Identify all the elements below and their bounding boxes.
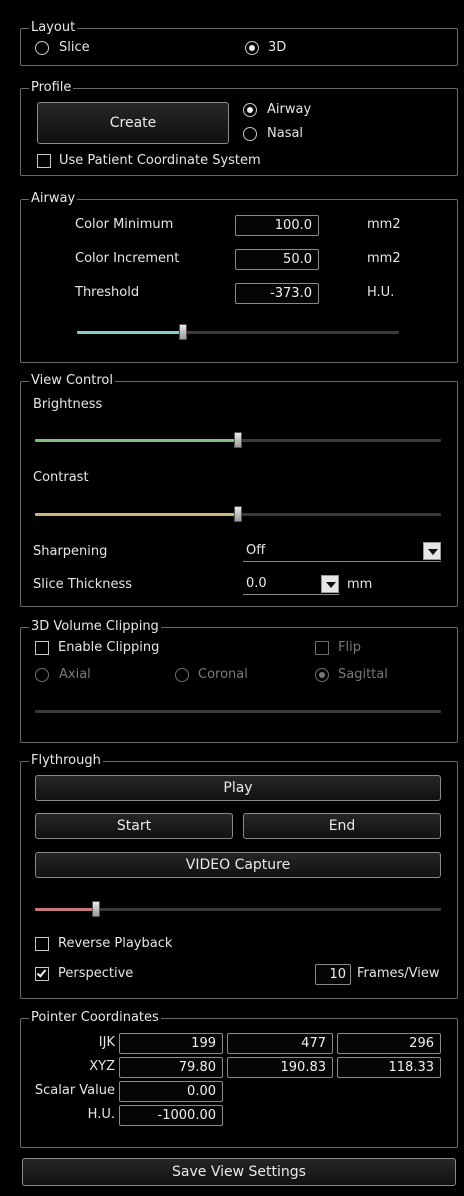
contrast-slider-fill (35, 513, 238, 516)
pointer-coordinates-group: Pointer Coordinates IJK 199 477 296 XYZ … (20, 1010, 458, 1148)
color-minimum-field[interactable]: 100.0 (235, 215, 319, 236)
frames-per-view-field[interactable]: 10 (315, 964, 351, 985)
scalar-value-label: Scalar Value (34, 1083, 115, 1098)
radio-slice[interactable] (35, 41, 49, 55)
radio-3d[interactable] (245, 41, 259, 55)
ijk-i-field: 199 (119, 1033, 223, 1054)
use-patient-coords-label[interactable]: Use Patient Coordinate System (59, 153, 261, 169)
flythrough-slider[interactable] (35, 901, 441, 917)
frames-per-view-label: Frames/View (357, 966, 440, 981)
radio-sagittal[interactable] (315, 668, 329, 682)
sharpening-label: Sharpening (33, 544, 108, 559)
xyz-z-field: 118.33 (337, 1057, 441, 1078)
scalar-value-field: 0.00 (119, 1081, 223, 1102)
slice-thickness-unit: mm (347, 577, 373, 592)
xyz-y-field: 190.83 (227, 1057, 333, 1078)
radio-slice-label[interactable]: Slice (59, 40, 90, 56)
sharpening-dropdown[interactable]: Off (243, 542, 441, 562)
threshold-label: Threshold (75, 285, 140, 300)
checkmark-icon (36, 967, 47, 978)
flip-checkbox[interactable] (315, 641, 329, 655)
color-increment-unit: mm2 (367, 251, 401, 266)
clipping-title: 3D Volume Clipping (29, 619, 161, 635)
xyz-label: XYZ (89, 1059, 115, 1074)
threshold-slider[interactable] (77, 324, 399, 340)
flip-label[interactable]: Flip (338, 640, 361, 656)
perspective-checkbox[interactable] (35, 967, 49, 981)
radio-nasal-label[interactable]: Nasal (267, 126, 303, 142)
radio-coronal-label[interactable]: Coronal (198, 667, 248, 683)
contrast-slider-handle[interactable] (234, 506, 242, 522)
radio-nasal[interactable] (243, 127, 257, 141)
airway-title: Airway (29, 191, 78, 207)
flythrough-slider-fill (35, 908, 96, 911)
enable-clipping-checkbox[interactable] (35, 641, 49, 655)
ijk-k-field: 296 (337, 1033, 441, 1054)
perspective-label[interactable]: Perspective (58, 966, 133, 982)
brightness-slider-handle[interactable] (234, 432, 242, 448)
radio-airway[interactable] (243, 103, 257, 117)
color-minimum-label: Color Minimum (75, 217, 174, 232)
profile-group: Profile Create Airway Nasal Use Patient … (20, 80, 458, 176)
pointer-coordinates-title: Pointer Coordinates (29, 1010, 161, 1026)
hu-label: H.U. (87, 1107, 115, 1122)
chevron-down-icon[interactable] (321, 575, 339, 593)
threshold-slider-handle[interactable] (179, 324, 188, 340)
brightness-slider[interactable] (35, 432, 441, 448)
create-button[interactable]: Create (37, 102, 229, 144)
layout-group: Layout Slice 3D (20, 20, 458, 66)
radio-axial[interactable] (35, 668, 49, 682)
view-control-group: View Control Brightness Contrast Sharpen… (20, 373, 458, 607)
radio-coronal[interactable] (175, 668, 189, 682)
threshold-unit: H.U. (367, 285, 395, 300)
radio-3d-label[interactable]: 3D (268, 40, 286, 56)
view-control-title: View Control (29, 373, 115, 389)
reverse-playback-checkbox[interactable] (35, 937, 49, 951)
threshold-field[interactable]: -373.0 (235, 283, 319, 304)
radio-axial-label[interactable]: Axial (59, 667, 91, 683)
airway-group: Airway Color Minimum 100.0 mm2 Color Inc… (20, 191, 458, 363)
sharpening-value: Off (246, 543, 266, 558)
play-button[interactable]: Play (35, 775, 441, 801)
color-increment-label: Color Increment (75, 251, 180, 266)
brightness-label: Brightness (33, 397, 103, 412)
contrast-label: Contrast (33, 470, 89, 485)
color-minimum-unit: mm2 (367, 217, 401, 232)
clipping-group: 3D Volume Clipping Enable Clipping Flip … (20, 619, 458, 743)
use-patient-coords-checkbox[interactable] (37, 154, 51, 168)
threshold-slider-fill (77, 331, 184, 334)
radio-sagittal-label[interactable]: Sagittal (338, 667, 388, 683)
enable-clipping-label[interactable]: Enable Clipping (58, 640, 159, 656)
ijk-label: IJK (98, 1035, 115, 1050)
flythrough-group: Flythrough Play Start End VIDEO Capture … (20, 753, 458, 999)
hu-field: -1000.00 (119, 1105, 223, 1126)
clipping-slider[interactable] (35, 710, 441, 713)
reverse-playback-label[interactable]: Reverse Playback (58, 936, 172, 952)
slice-thickness-value: 0.0 (246, 576, 267, 591)
video-capture-button[interactable]: VIDEO Capture (35, 852, 441, 878)
brightness-slider-fill (35, 439, 238, 442)
chevron-down-icon[interactable] (423, 542, 441, 560)
flythrough-slider-handle[interactable] (91, 901, 100, 917)
ijk-j-field: 477 (227, 1033, 333, 1054)
end-button[interactable]: End (243, 813, 441, 839)
flythrough-title: Flythrough (29, 753, 103, 769)
radio-airway-label[interactable]: Airway (267, 102, 311, 118)
profile-title: Profile (29, 80, 74, 96)
slice-thickness-label: Slice Thickness (33, 577, 133, 592)
slice-thickness-dropdown[interactable]: 0.0 (243, 575, 339, 595)
xyz-x-field: 79.80 (119, 1057, 223, 1078)
start-button[interactable]: Start (35, 813, 233, 839)
color-increment-field[interactable]: 50.0 (235, 249, 319, 270)
contrast-slider[interactable] (35, 506, 441, 522)
save-view-settings-button[interactable]: Save View Settings (22, 1158, 456, 1186)
layout-title: Layout (29, 20, 78, 36)
